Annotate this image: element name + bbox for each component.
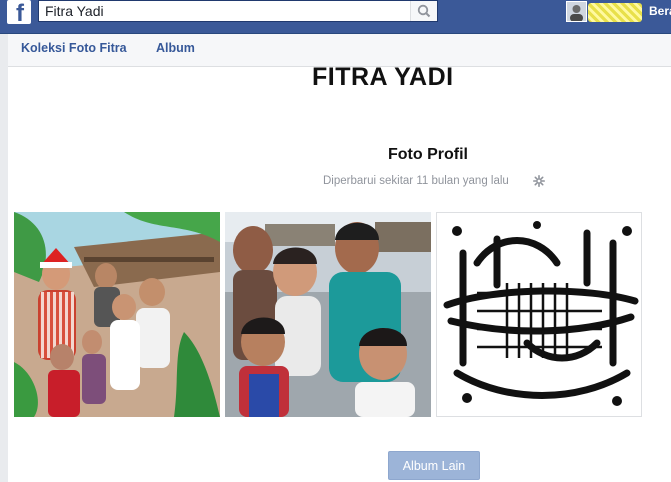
facebook-logo-letter: f [16,0,24,27]
page-title: FITRA YADI [312,63,454,91]
album-title: Foto Profil [388,146,468,163]
avatar-silhouette [570,5,583,21]
top-bar: f Beranda [0,0,671,34]
album-photo-1[interactable] [14,212,220,417]
gear-icon[interactable] [533,175,545,187]
album-photo-3[interactable] [436,212,642,417]
photo-2-image [225,212,431,417]
photo-3-calligraphy [437,213,641,416]
album-photo-2[interactable] [225,212,431,417]
profile-name-highlight[interactable] [588,3,642,22]
search-button[interactable] [410,1,437,21]
album-updated-text: Diperbarui sekitar 11 bulan yang lalu [323,175,509,187]
search-input[interactable] [39,1,417,21]
subnav-item-album[interactable]: Album [156,41,195,55]
profile-avatar-icon[interactable] [566,1,587,22]
home-link[interactable]: Beranda [649,4,671,18]
photo-1-image [14,212,220,417]
search-box[interactable] [38,0,438,22]
subnav-item-collection[interactable]: Koleksi Foto Fitra [21,41,127,55]
facebook-logo-icon[interactable]: f [7,0,31,27]
search-icon [417,4,431,18]
more-albums-button[interactable]: Album Lain [388,451,480,480]
